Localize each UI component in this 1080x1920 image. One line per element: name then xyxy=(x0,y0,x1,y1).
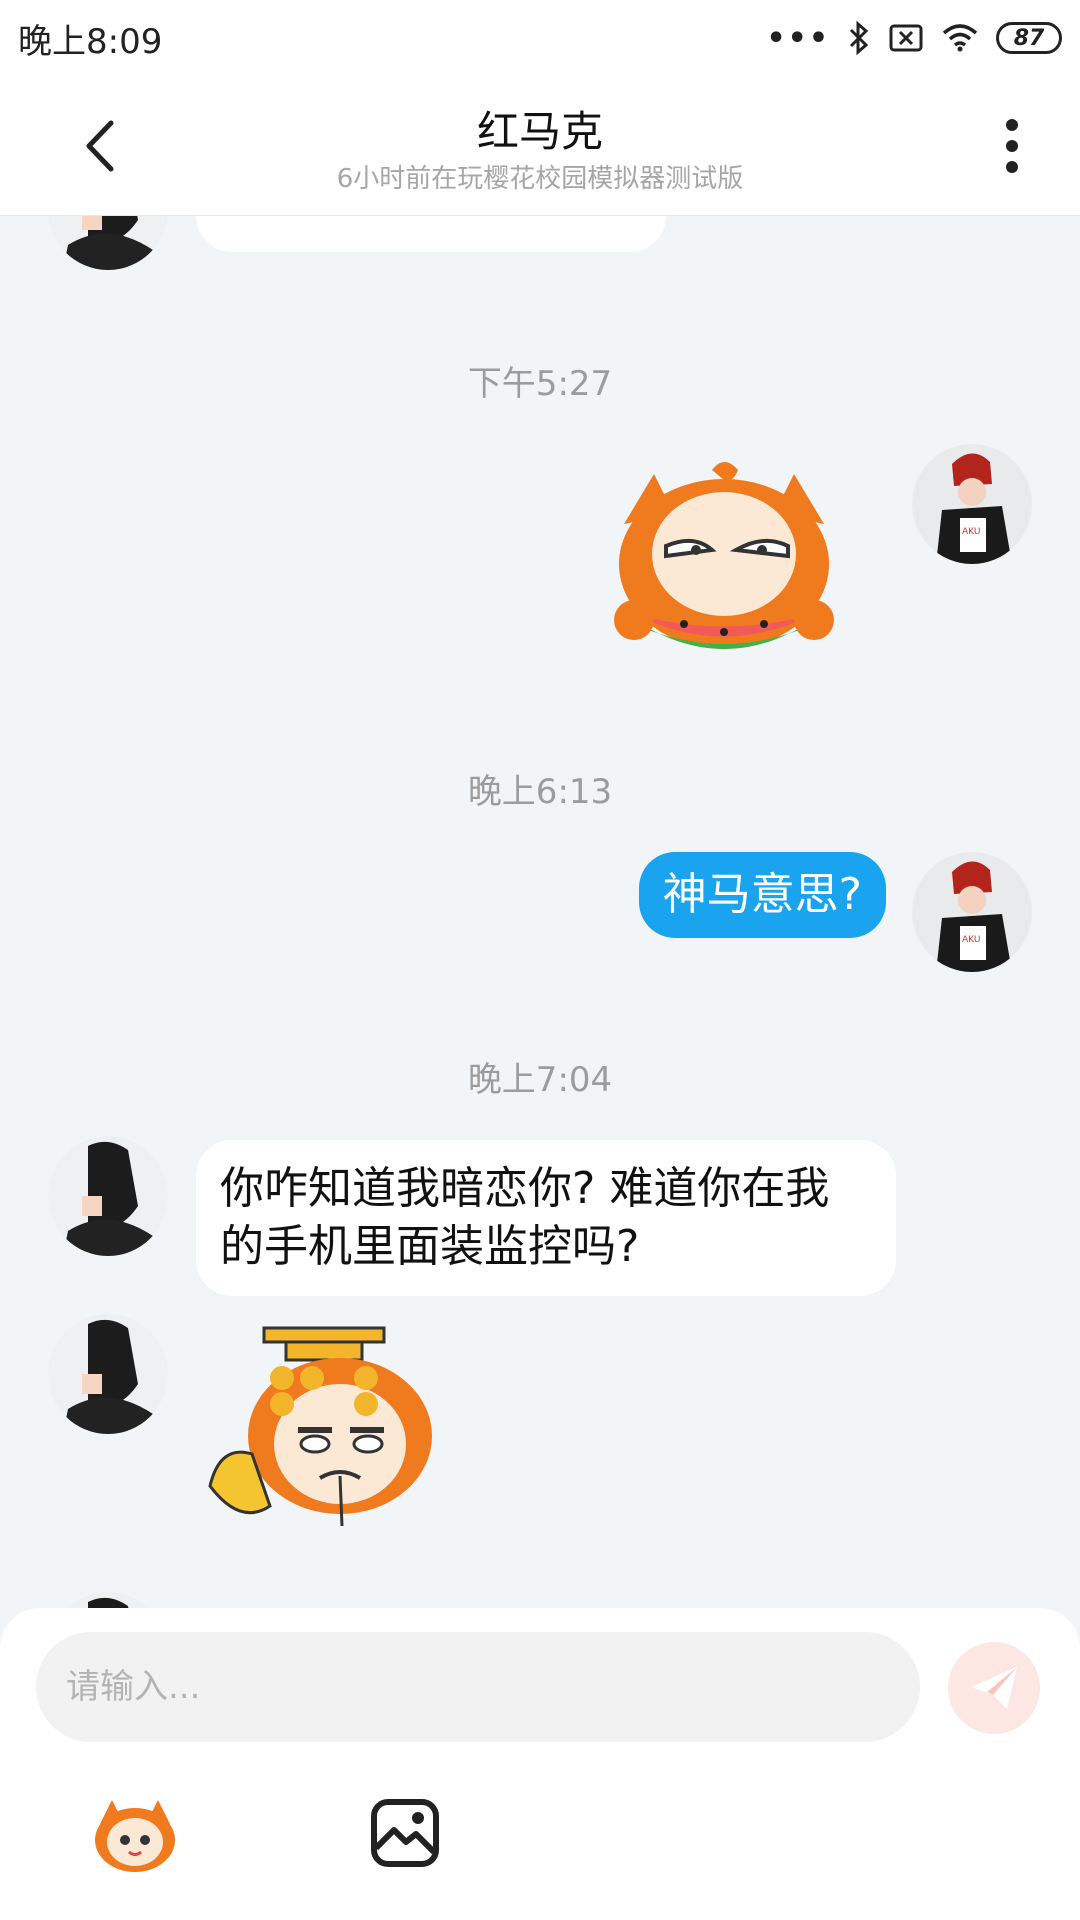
status-time: 晚上8:09 xyxy=(18,21,163,62)
message-bubble[interactable]: 神马意思? xyxy=(638,852,886,938)
chat-header: 红马克 6小时前在玩樱花校园模拟器测试版 xyxy=(0,76,1080,216)
status-bar: 晚上8:09 ••• 87 xyxy=(0,0,1080,76)
sticker-image[interactable] xyxy=(200,1326,460,1546)
send-icon xyxy=(971,1667,1017,1709)
contact-status: 6小时前在玩樱花校园模拟器测试版 xyxy=(336,164,744,194)
sticker-icon xyxy=(95,1800,175,1872)
avatar[interactable] xyxy=(48,216,168,270)
message-bubble[interactable]: 你咋知道我暗恋你? 难道你在我的手机里面装监控吗? xyxy=(196,1140,896,1296)
message-timestamp: 下午5:27 xyxy=(467,364,613,404)
message-timestamp: 晚上6:13 xyxy=(467,772,613,812)
svg-text:AKU: AKU xyxy=(962,527,980,537)
avatar[interactable] xyxy=(48,1592,168,1608)
battery-icon: 87 xyxy=(996,22,1062,54)
sim-missing-icon xyxy=(889,24,923,52)
image-icon xyxy=(371,1799,439,1867)
sticker-image[interactable] xyxy=(604,454,844,674)
message-timestamp: 晚上7:04 xyxy=(467,1060,613,1100)
more-vertical-icon xyxy=(1006,119,1018,173)
chat-messages[interactable]: 下午5:27 AKU 晚上6:13 AKU 神马意思? 晚上7:04 你咋知道我… xyxy=(0,216,1080,1608)
avatar[interactable]: AKU xyxy=(912,444,1032,564)
more-notifications-icon: ••• xyxy=(766,20,830,56)
avatar[interactable] xyxy=(48,1136,168,1256)
avatar[interactable] xyxy=(48,1314,168,1434)
more-options-button[interactable] xyxy=(992,114,1032,178)
message-input[interactable] xyxy=(36,1632,920,1742)
avatar[interactable]: AKU xyxy=(912,852,1032,972)
sticker-picker-button[interactable] xyxy=(92,1794,178,1874)
image-picker-button[interactable] xyxy=(370,1798,440,1868)
bluetooth-icon xyxy=(849,21,869,55)
wifi-icon xyxy=(942,24,978,52)
send-button[interactable] xyxy=(948,1642,1040,1734)
status-icons: ••• 87 xyxy=(766,21,1062,56)
input-panel xyxy=(0,1608,1080,1920)
svg-text:AKU: AKU xyxy=(962,935,980,945)
contact-name: 红马克 xyxy=(476,107,603,156)
message-bubble-partial[interactable] xyxy=(196,216,666,252)
